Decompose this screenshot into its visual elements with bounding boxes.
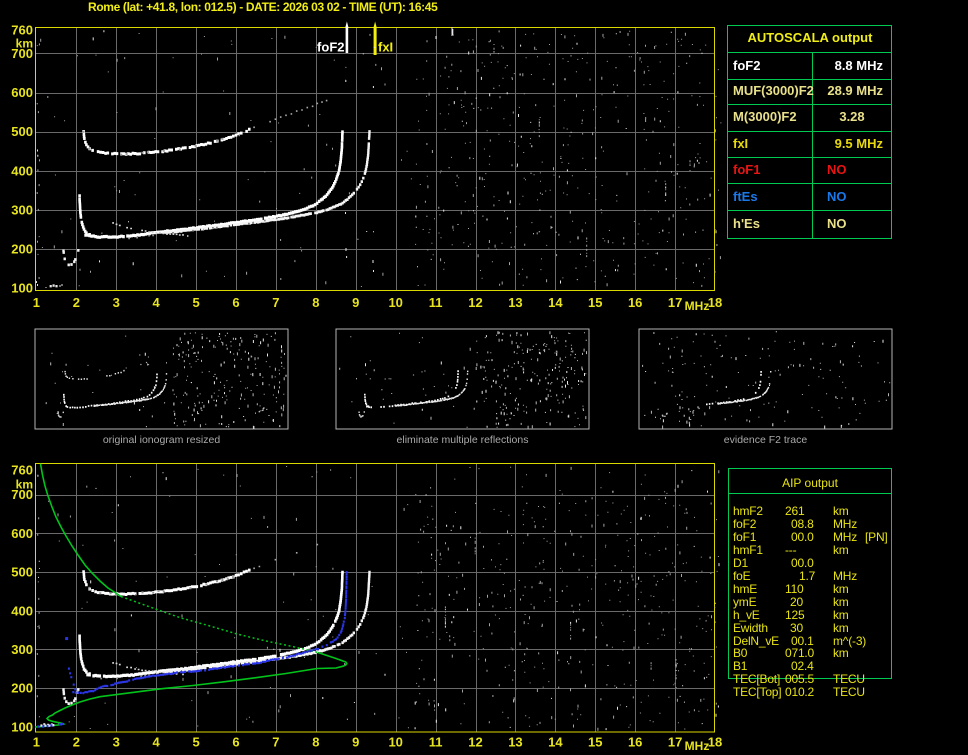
- svg-text:300: 300: [11, 202, 33, 217]
- svg-text:10: 10: [388, 295, 402, 310]
- svg-text:14: 14: [548, 735, 563, 750]
- svg-text:8: 8: [312, 735, 319, 750]
- svg-text:500: 500: [11, 565, 33, 580]
- svg-text:600: 600: [11, 85, 33, 100]
- svg-text:7: 7: [272, 735, 279, 750]
- svg-text:3: 3: [113, 735, 120, 750]
- svg-text:4: 4: [153, 295, 161, 310]
- svg-text:3: 3: [113, 295, 120, 310]
- svg-text:15: 15: [588, 295, 602, 310]
- svg-text:14: 14: [548, 295, 563, 310]
- svg-text:2: 2: [73, 295, 80, 310]
- svg-text:5: 5: [192, 735, 199, 750]
- svg-text:11: 11: [429, 735, 443, 750]
- svg-text:fxI: fxI: [378, 40, 393, 55]
- svg-text:km: km: [16, 37, 33, 51]
- svg-text:760: 760: [11, 463, 33, 478]
- svg-text:9: 9: [352, 735, 359, 750]
- svg-text:15: 15: [588, 735, 602, 750]
- svg-text:400: 400: [11, 603, 33, 618]
- svg-text:MHz: MHz: [685, 299, 710, 313]
- svg-text:16: 16: [628, 295, 642, 310]
- svg-text:300: 300: [11, 642, 33, 657]
- svg-text:200: 200: [11, 681, 33, 696]
- svg-text:1: 1: [33, 735, 40, 750]
- svg-text:760: 760: [11, 23, 33, 38]
- svg-text:foF2: foF2: [317, 40, 344, 55]
- svg-text:2: 2: [73, 735, 80, 750]
- svg-text:km: km: [16, 478, 33, 492]
- svg-text:200: 200: [11, 242, 33, 257]
- svg-text:100: 100: [11, 719, 33, 734]
- svg-text:7: 7: [272, 295, 279, 310]
- svg-text:5: 5: [192, 295, 199, 310]
- svg-text:8: 8: [312, 295, 319, 310]
- svg-text:6: 6: [232, 295, 239, 310]
- svg-text:16: 16: [628, 735, 642, 750]
- svg-text:MHz: MHz: [685, 739, 710, 753]
- svg-text:13: 13: [508, 295, 522, 310]
- svg-text:18: 18: [708, 735, 722, 750]
- svg-text:10: 10: [388, 735, 402, 750]
- svg-text:4: 4: [153, 735, 161, 750]
- svg-text:13: 13: [508, 735, 522, 750]
- svg-text:17: 17: [668, 295, 682, 310]
- svg-text:400: 400: [11, 163, 33, 178]
- svg-text:9: 9: [352, 295, 359, 310]
- svg-text:12: 12: [468, 295, 482, 310]
- svg-text:500: 500: [11, 124, 33, 139]
- svg-text:12: 12: [468, 735, 482, 750]
- svg-text:600: 600: [11, 526, 33, 541]
- svg-text:17: 17: [668, 735, 682, 750]
- svg-text:11: 11: [429, 295, 443, 310]
- svg-text:100: 100: [11, 281, 33, 296]
- svg-text:6: 6: [232, 735, 239, 750]
- svg-text:18: 18: [708, 295, 722, 310]
- svg-text:1: 1: [33, 295, 40, 310]
